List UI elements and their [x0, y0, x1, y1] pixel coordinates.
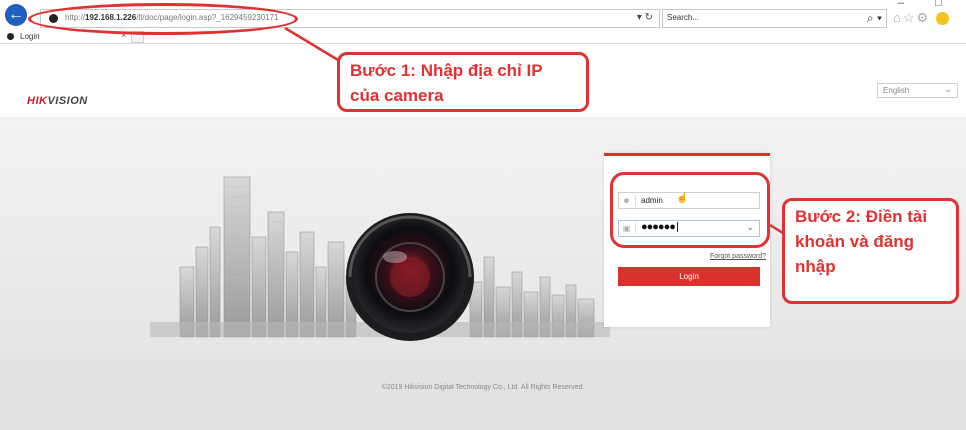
tab-favicon-icon	[7, 33, 14, 40]
forgot-password-link[interactable]: Forgot password?	[710, 253, 766, 260]
search-input[interactable]: Search... ⌕ ▾	[662, 9, 887, 28]
hikvision-logo: HIKVISION	[27, 95, 88, 107]
step1-callout: Bước 1: Nhập địa chỉ IP của camera	[337, 52, 589, 112]
search-icon[interactable]: ⌕ ▾	[867, 11, 882, 26]
page-footer: ©2019 Hikvision Digital Technology Co., …	[0, 362, 966, 430]
login-button[interactable]: Login	[618, 267, 760, 286]
window-controls[interactable]: – □ ×	[898, 0, 966, 9]
language-select[interactable]: English ⌄	[877, 83, 958, 98]
credentials-highlight-oval	[610, 172, 770, 248]
search-placeholder: Search...	[667, 13, 700, 22]
screenshot: ← http://192.168.1.226/lt/doc/page/login…	[0, 0, 966, 430]
back-arrow-icon[interactable]: ←	[5, 4, 27, 26]
url-highlight-oval	[28, 3, 298, 35]
step2-callout: Bước 2: Điền tài khoản và đăng nhập	[782, 198, 959, 304]
smiley-icon[interactable]	[935, 12, 949, 26]
browser-nav-icons[interactable]: ⌂☆⚙	[893, 10, 949, 26]
tab-label: Login	[20, 32, 40, 41]
home-icon[interactable]: ⌂☆⚙	[893, 10, 930, 25]
language-value: English	[883, 86, 910, 95]
copyright-text: ©2019 Hikvision Digital Technology Co., …	[381, 384, 585, 391]
chevron-down-icon: ⌄	[944, 84, 952, 94]
refresh-icon[interactable]: ▾ ↻	[637, 12, 653, 23]
